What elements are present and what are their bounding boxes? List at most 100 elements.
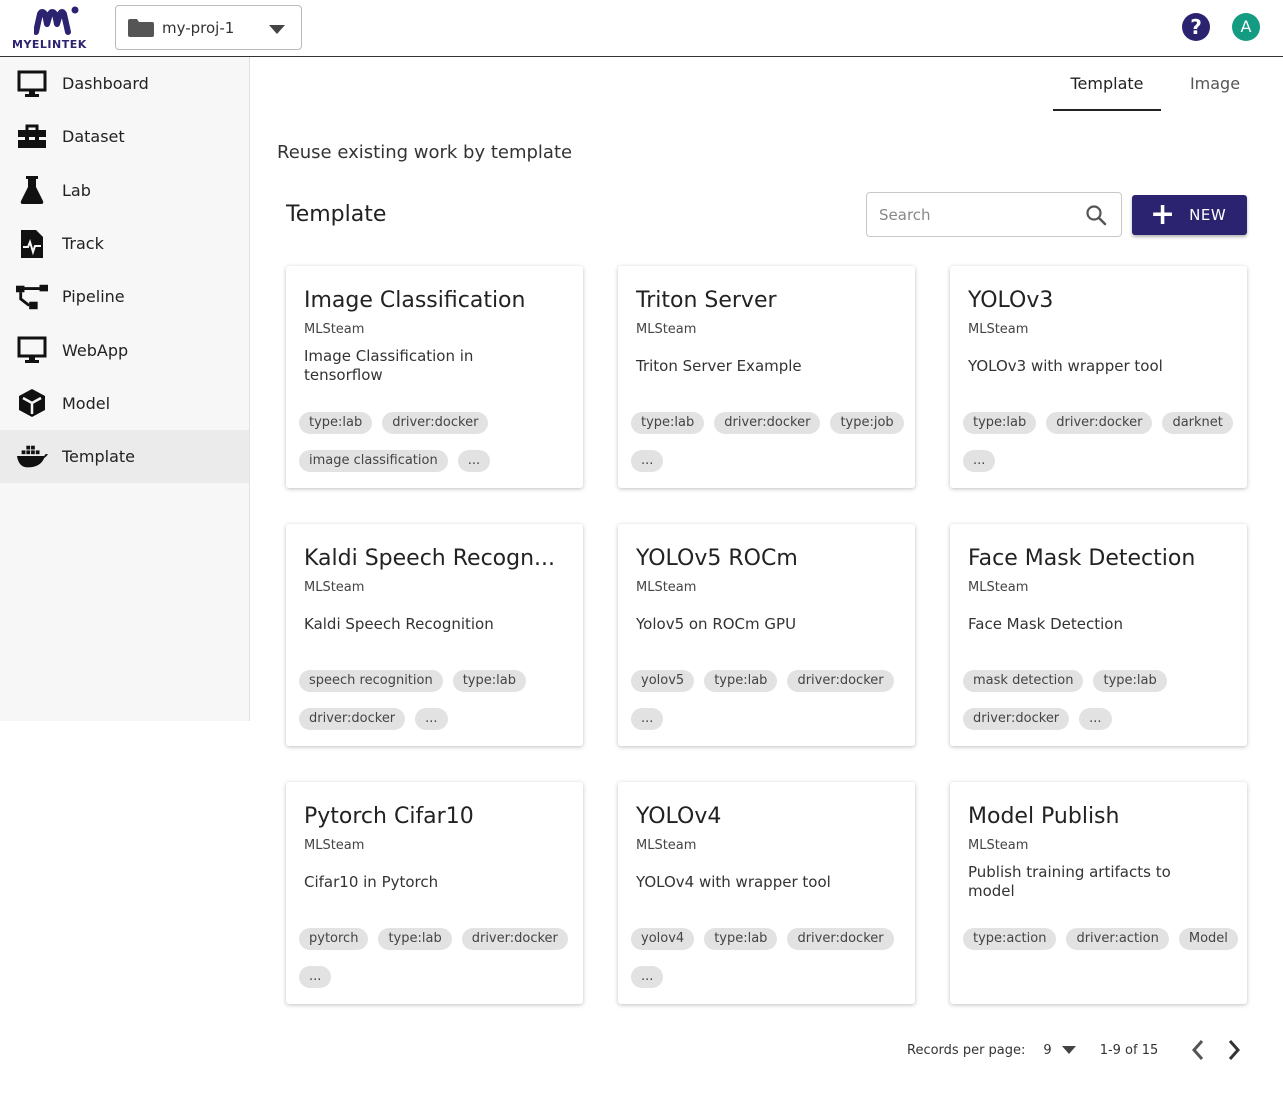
template-card[interactable]: Image Classification MLSteam Image Classif…: [286, 266, 583, 488]
tab-template[interactable]: Template: [1053, 57, 1161, 111]
sidebar-item-label: WebApp: [62, 340, 129, 360]
card-description: Triton Server Example: [636, 344, 886, 388]
card-owner: MLSteam: [636, 580, 697, 595]
card-description: Kaldi Speech Recognition: [304, 602, 554, 646]
tag-chip[interactable]: driver:docker: [1046, 412, 1153, 434]
pipeline-icon: [16, 281, 48, 313]
tag-chip[interactable]: yolov4: [631, 928, 695, 950]
card-title: Pytorch Cifar10: [304, 804, 474, 829]
card-owner: MLSteam: [304, 322, 365, 337]
template-card[interactable]: YOLOv3 MLSteam YOLOv3 with wrapper tool typ…: [950, 266, 1247, 488]
card-title: YOLOv4: [636, 804, 722, 829]
card-description: Yolov5 on ROCm GPU: [636, 602, 886, 646]
sidebar-item-template[interactable]: Template: [0, 430, 249, 484]
more-tags-chip[interactable]: ...: [963, 450, 996, 472]
tag-chip[interactable]: darknet: [1162, 412, 1233, 434]
user-avatar[interactable]: A: [1232, 13, 1260, 41]
next-page-button[interactable]: [1224, 1036, 1244, 1064]
tag-chip[interactable]: driver:docker: [787, 670, 894, 692]
template-card[interactable]: Model Publish MLSteam Publish training art…: [950, 782, 1247, 1004]
sidebar-item-dataset[interactable]: Dataset: [0, 110, 249, 163]
help-icon[interactable]: ?: [1182, 13, 1210, 41]
card-description-text: Image Classification in tensorflow: [304, 347, 474, 384]
more-tags-chip[interactable]: ...: [1079, 708, 1112, 730]
tab-image[interactable]: Image: [1161, 57, 1269, 111]
card-description-text: Kaldi Speech Recognition: [304, 614, 494, 633]
tag-chip[interactable]: Model: [1178, 928, 1238, 950]
card-title: YOLOv3: [968, 288, 1054, 313]
card-description-text: Triton Server Example: [636, 356, 802, 375]
card-tags: type:lab driver:docker type:job...: [631, 412, 911, 472]
card-tags: mask detection type:lab driver:docker...: [963, 670, 1243, 730]
top-bar: MYELINTEK my-proj-1 ? A: [0, 0, 1283, 57]
tag-chip[interactable]: driver:docker: [714, 412, 821, 434]
card-owner: MLSteam: [968, 580, 1029, 595]
card-description-text: YOLOv3 with wrapper tool: [968, 356, 1163, 375]
tag-chip[interactable]: driver:docker: [299, 708, 406, 730]
card-description: Cifar10 in Pytorch: [304, 860, 554, 904]
myelintek-logo[interactable]: MYELINTEK: [12, 4, 100, 52]
sidebar-item-dashboard[interactable]: Dashboard: [0, 57, 249, 110]
card-title: Face Mask Detection: [968, 546, 1196, 571]
tag-chip[interactable]: speech recognition: [299, 670, 443, 692]
previous-page-button[interactable]: [1188, 1036, 1208, 1064]
more-tags-chip[interactable]: ...: [631, 450, 664, 472]
tag-chip[interactable]: type:lab: [704, 670, 778, 692]
tag-chip[interactable]: type:lab: [1093, 670, 1167, 692]
template-card[interactable]: Pytorch Cifar10 MLSteam Cifar10 in Pytorch…: [286, 782, 583, 1004]
card-tags: speech recognition type:lab driver:docker.…: [299, 670, 579, 730]
card-description-text: Yolov5 on ROCm GPU: [636, 614, 797, 633]
sidebar-item-track[interactable]: Track: [0, 217, 249, 270]
template-card[interactable]: Kaldi Speech Recogn... MLSteam Kaldi Speec…: [286, 524, 583, 746]
card-description-text: Cifar10 in Pytorch: [304, 872, 439, 891]
card-title: YOLOv5 ROCm: [636, 546, 798, 571]
more-tags-chip[interactable]: ...: [415, 708, 448, 730]
chevron-right-icon: [1229, 1040, 1241, 1060]
template-card[interactable]: YOLOv5 ROCm MLSteam Yolov5 on ROCm GPU yolo…: [618, 524, 915, 746]
sidebar: Dashboard Dataset Lab Track Pipeline Web…: [0, 57, 250, 721]
sidebar-item-lab[interactable]: Lab: [0, 164, 249, 217]
tag-chip[interactable]: image classification: [299, 450, 448, 472]
tag-chip[interactable]: driver:docker: [461, 928, 568, 950]
card-description-text: Face Mask Detection: [968, 614, 1123, 633]
tag-chip[interactable]: pytorch: [299, 928, 369, 950]
docker-icon: [16, 441, 48, 473]
tag-chip[interactable]: driver:docker: [963, 708, 1070, 730]
page-range: 1-9 of 15: [1099, 1042, 1159, 1058]
tag-chip[interactable]: yolov5: [631, 670, 695, 692]
more-tags-chip[interactable]: ...: [631, 708, 664, 730]
tag-chip[interactable]: mask detection: [963, 670, 1084, 692]
card-owner: MLSteam: [968, 838, 1029, 853]
sidebar-item-model[interactable]: Model: [0, 377, 249, 430]
more-tags-chip[interactable]: ...: [457, 450, 491, 472]
card-description: Publish training artifacts to model: [968, 860, 1218, 904]
monitor-icon: [16, 68, 48, 100]
tag-chip[interactable]: driver:docker: [787, 928, 894, 950]
tag-chip[interactable]: type:action: [963, 928, 1057, 950]
tag-chip[interactable]: type:lab: [299, 412, 373, 434]
tag-chip[interactable]: type:lab: [963, 412, 1037, 434]
tag-chip[interactable]: driver:action: [1066, 928, 1169, 950]
tag-chip[interactable]: type:lab: [378, 928, 452, 950]
tag-chip[interactable]: type:lab: [631, 412, 705, 434]
template-card[interactable]: Face Mask Detection MLSteam Face Mask Dete…: [950, 524, 1247, 746]
template-card[interactable]: Triton Server MLSteam Triton Server Exampl…: [618, 266, 915, 488]
search-input[interactable]: [879, 205, 1079, 224]
project-selector[interactable]: my-proj-1: [115, 5, 302, 50]
search-icon[interactable]: [1085, 204, 1107, 226]
more-tags-chip[interactable]: ...: [631, 966, 664, 988]
new-template-button[interactable]: + NEW: [1132, 195, 1247, 235]
tag-chip[interactable]: type:job: [830, 412, 904, 434]
template-card[interactable]: YOLOv4 MLSteam YOLOv4 with wrapper tool yol…: [618, 782, 915, 1004]
tag-chip[interactable]: type:lab: [452, 670, 526, 692]
chevron-down-icon: [269, 25, 285, 34]
sidebar-item-webapp[interactable]: WebApp: [0, 323, 249, 376]
search-box: [866, 192, 1122, 237]
sidebar-item-pipeline[interactable]: Pipeline: [0, 270, 249, 323]
tag-chip[interactable]: type:lab: [704, 928, 778, 950]
records-per-page-value[interactable]: 9: [1043, 1043, 1051, 1058]
chevron-down-icon[interactable]: [1061, 1046, 1076, 1054]
more-tags-chip[interactable]: ...: [299, 966, 332, 988]
tag-chip[interactable]: driver:docker: [382, 412, 489, 434]
records-per-page-label: Records per page:: [907, 1042, 1026, 1058]
